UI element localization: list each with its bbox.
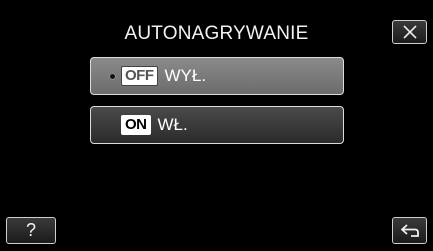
- selected-indicator-dot: [109, 72, 116, 80]
- on-badge: ON: [121, 115, 151, 135]
- option-on-label: WŁ.: [157, 115, 188, 134]
- option-off[interactable]: OFF WYŁ.: [90, 57, 344, 95]
- back-arrow-icon: [400, 223, 419, 237]
- close-button[interactable]: [392, 20, 427, 44]
- off-badge: OFF: [121, 66, 158, 86]
- help-button[interactable]: ?: [6, 217, 56, 244]
- page-title: AUTONAGRYWANIE: [124, 23, 309, 44]
- option-on[interactable]: ON WŁ.: [90, 106, 344, 144]
- option-off-label: WYŁ.: [164, 66, 207, 85]
- screen: AUTONAGRYWANIE OFF WYŁ. ON WŁ. ?: [0, 0, 433, 251]
- close-icon: [402, 25, 417, 39]
- back-button[interactable]: [392, 217, 427, 244]
